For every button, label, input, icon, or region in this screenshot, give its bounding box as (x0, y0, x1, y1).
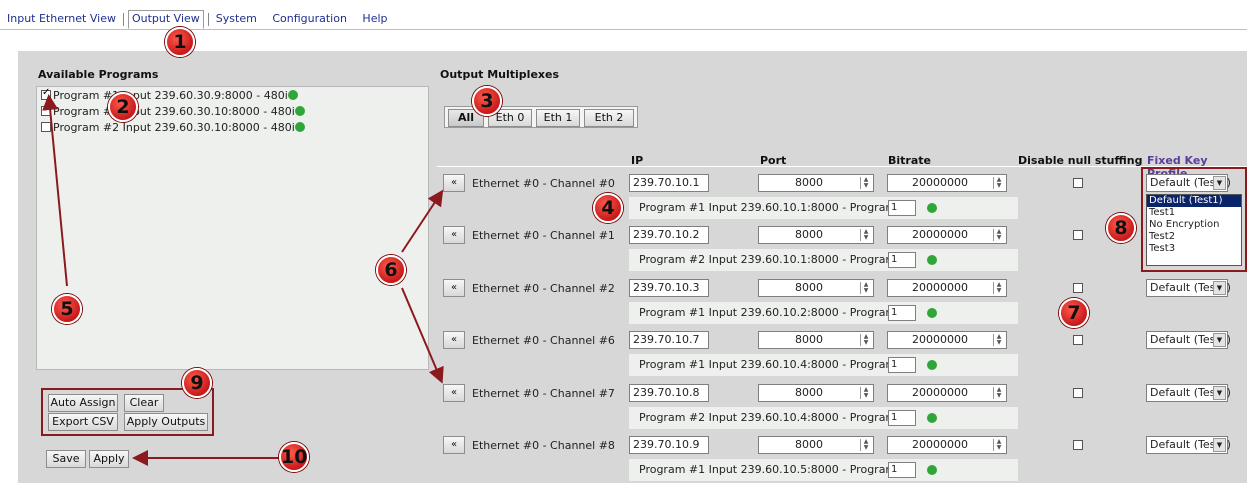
callout-6: 6 (376, 255, 406, 285)
callout-7: 7 (1059, 298, 1089, 328)
callout-1: 1 (165, 27, 195, 57)
callout-2: 2 (108, 92, 138, 122)
callout-4: 4 (593, 193, 623, 223)
callout-8: 8 (1106, 213, 1136, 243)
arrow-5-to-checkbox (42, 94, 68, 287)
arrow-6-down (401, 287, 444, 384)
callout-5: 5 (52, 294, 82, 324)
callout-3: 3 (472, 86, 502, 116)
callout-10: 10 (279, 442, 309, 472)
arrow-6-up (401, 189, 444, 253)
callout-9: 9 (182, 368, 212, 398)
annotation-arrows (42, 94, 444, 466)
